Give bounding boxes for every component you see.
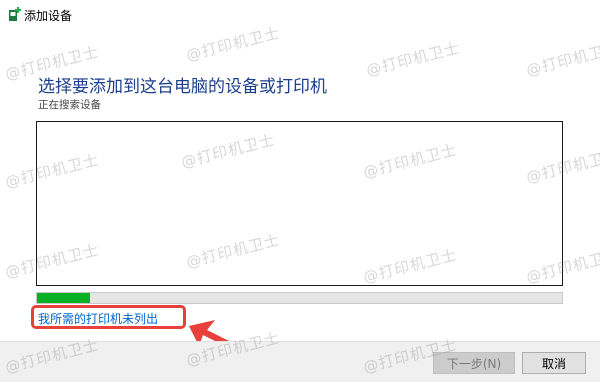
- watermark: @打印机卫士: [524, 38, 600, 80]
- search-status: 正在搜索设备: [38, 99, 101, 111]
- device-add-icon: [9, 7, 21, 21]
- cancel-button[interactable]: 取消: [522, 352, 586, 374]
- page-heading: 选择要添加到这台电脑的设备或打印机: [38, 77, 327, 97]
- device-list[interactable]: [36, 121, 563, 286]
- highlight-box: [31, 305, 186, 329]
- watermark: @打印机卫士: [364, 38, 462, 80]
- search-progress-bar: [36, 292, 563, 304]
- progress-fill: [37, 293, 90, 303]
- next-button[interactable]: 下一步(N): [433, 352, 515, 374]
- window-title: 添加设备: [24, 9, 73, 23]
- title-bar: 添加设备: [0, 0, 600, 30]
